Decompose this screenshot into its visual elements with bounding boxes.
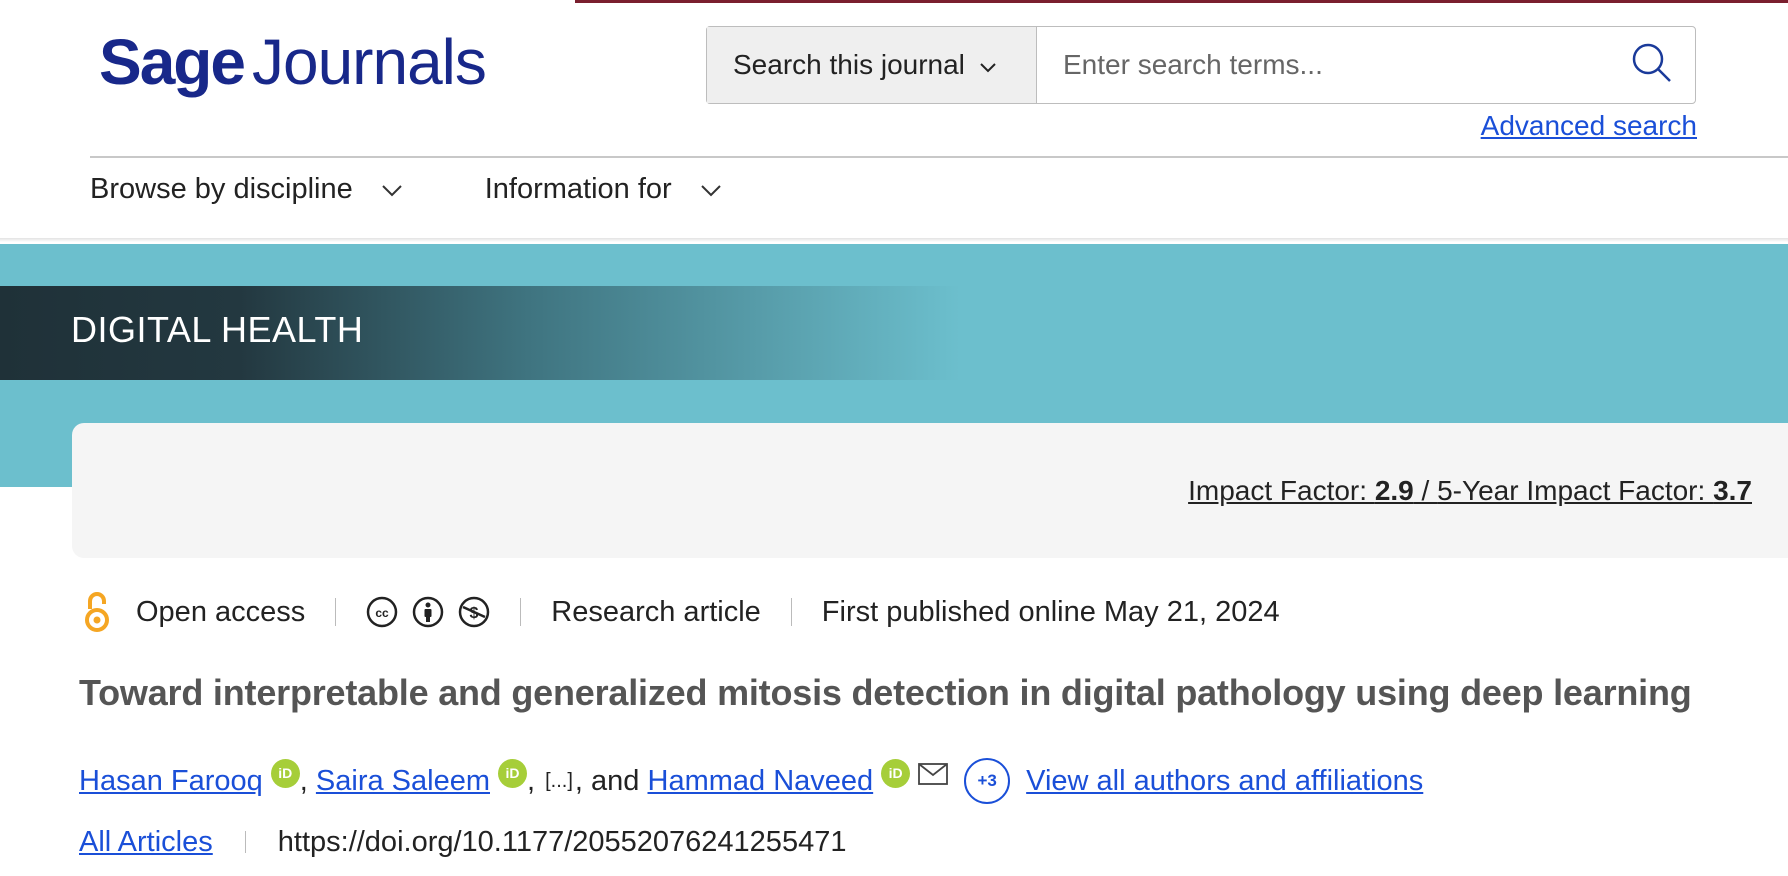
article-meta: Open access cc $ Research article First … bbox=[82, 588, 1280, 636]
cc-icon: cc bbox=[367, 596, 398, 628]
chevron-down-icon bbox=[979, 49, 997, 81]
article-links: All Articles https://doi.org/10.1177/205… bbox=[79, 822, 846, 862]
journal-metrics-card: Impact Factor: 2.9 / 5-Year Impact Facto… bbox=[72, 423, 1788, 558]
divider bbox=[790, 598, 792, 626]
advanced-search-link[interactable]: Advanced search bbox=[1481, 110, 1697, 142]
divider bbox=[244, 831, 246, 853]
orcid-icon[interactable]: iD bbox=[881, 758, 911, 788]
more-authors-button[interactable]: +3 bbox=[964, 758, 1011, 804]
mail-icon[interactable] bbox=[918, 763, 949, 785]
search-button[interactable] bbox=[1609, 27, 1695, 103]
search-input[interactable] bbox=[1037, 27, 1609, 103]
publication-date: First published online May 21, 2024 bbox=[821, 595, 1280, 628]
main-nav: Browse by discipline Information for bbox=[90, 173, 722, 206]
doi-link[interactable]: https://doi.org/10.1177/2055207624125547… bbox=[278, 826, 847, 859]
chevron-down-icon bbox=[700, 173, 722, 206]
authors-ellipsis[interactable]: [...] bbox=[545, 770, 573, 793]
nav-shadow bbox=[0, 238, 1788, 242]
open-access-icon bbox=[82, 591, 112, 633]
journal-title[interactable]: DIGITAL HEALTH bbox=[71, 309, 363, 351]
search-scope-label: Search this journal bbox=[733, 49, 965, 80]
license-icons[interactable]: cc $ bbox=[366, 596, 490, 628]
top-accent-line bbox=[575, 0, 1788, 3]
search-icon bbox=[1630, 41, 1674, 90]
author-link[interactable]: Hasan Farooq bbox=[79, 765, 263, 798]
sage-journals-logo[interactable]: Sage Journals bbox=[99, 22, 487, 102]
author-link[interactable]: Saira Saleem bbox=[316, 765, 490, 798]
divider bbox=[335, 598, 337, 626]
divider bbox=[520, 598, 522, 626]
and-text: and bbox=[591, 764, 640, 797]
orcid-icon[interactable]: iD bbox=[270, 758, 300, 788]
orcid-icon[interactable]: iD bbox=[498, 758, 527, 788]
nav-browse-by-discipline[interactable]: Browse by discipline bbox=[90, 173, 403, 206]
header-divider bbox=[90, 156, 1788, 158]
all-articles-link[interactable]: All Articles bbox=[79, 826, 213, 859]
article-title: Toward interpretable and generalized mit… bbox=[79, 672, 1692, 713]
nav-information-for[interactable]: Information for bbox=[485, 173, 722, 206]
nc-icon: $ bbox=[459, 596, 490, 628]
impact-factor-link[interactable]: Impact Factor: 2.9 / 5-Year Impact Facto… bbox=[1188, 475, 1752, 507]
by-icon bbox=[413, 596, 444, 628]
svg-text:cc: cc bbox=[376, 606, 390, 620]
search-scope-dropdown[interactable]: Search this journal bbox=[707, 27, 1037, 103]
author-list: Hasan Farooq iD , Saira Saleem iD , [...… bbox=[79, 756, 1423, 806]
article-type: Research article bbox=[551, 595, 761, 628]
view-all-authors-link[interactable]: View all authors and affiliations bbox=[1026, 765, 1423, 798]
search-bar: Search this journal bbox=[706, 26, 1696, 104]
chevron-down-icon bbox=[381, 173, 403, 206]
open-access-label: Open access bbox=[136, 595, 306, 628]
author-link[interactable]: Hammad Naveed bbox=[648, 765, 874, 798]
